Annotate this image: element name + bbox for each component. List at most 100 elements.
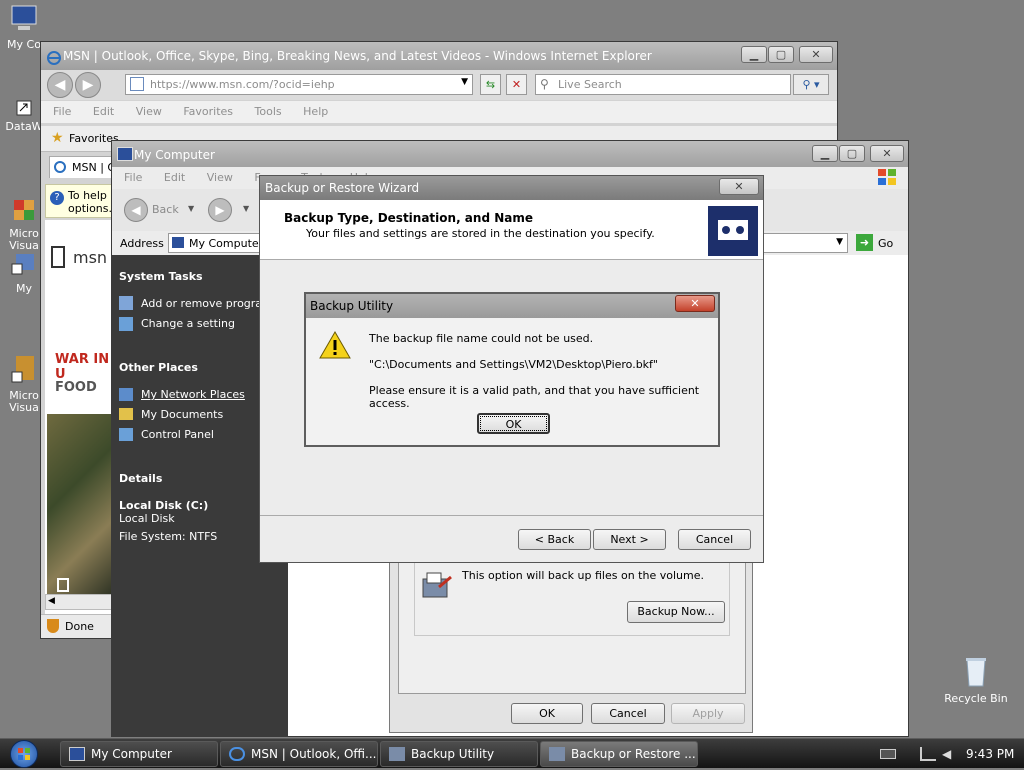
windows-orb-icon bbox=[10, 740, 38, 768]
desktop-icon-my[interactable]: My bbox=[4, 250, 44, 295]
task-change-setting[interactable]: Change a setting bbox=[141, 317, 235, 330]
place-my-network-places[interactable]: My Network Places bbox=[141, 388, 245, 401]
chevron-down-icon[interactable]: ▼ bbox=[243, 204, 249, 213]
menu-file[interactable]: File bbox=[124, 171, 142, 184]
ie-navbar: ◀ ▶ https://www.msn.com/?ocid=iehp ▼ ⇆ ✕… bbox=[41, 70, 837, 100]
food-heading[interactable]: FOOD bbox=[55, 380, 97, 395]
backup-icon bbox=[389, 747, 405, 761]
search-input[interactable]: ⚲ Live Search bbox=[535, 74, 791, 95]
computer-icon bbox=[172, 237, 184, 248]
menu-favorites[interactable]: Favorites bbox=[183, 105, 233, 118]
headline[interactable]: WAR IN U bbox=[55, 352, 117, 382]
back-button-label[interactable]: Back bbox=[152, 203, 179, 216]
ie-titlebar[interactable]: MSN | Outlook, Office, Skype, Bing, Brea… bbox=[41, 42, 837, 70]
ok-button[interactable]: OK bbox=[511, 703, 583, 724]
cancel-button[interactable]: Cancel bbox=[591, 703, 665, 724]
start-button[interactable] bbox=[6, 740, 46, 768]
forward-arrow-icon[interactable]: ▶ bbox=[75, 72, 101, 98]
taskbar: My Computer MSN | Outlook, Offi... Backu… bbox=[0, 738, 1024, 768]
ie-tab[interactable]: MSN | O bbox=[49, 156, 119, 178]
search-button[interactable]: ⚲ ▾ bbox=[793, 74, 829, 95]
place-my-documents[interactable]: My Documents bbox=[141, 408, 223, 421]
taskbar-item-my-computer[interactable]: My Computer bbox=[60, 741, 218, 767]
dialog-ok-button[interactable]: OK bbox=[477, 413, 550, 434]
desktop-icon-label: My Co bbox=[7, 38, 41, 51]
ie-menubar: File Edit View Favorites Tools Help bbox=[41, 101, 837, 123]
news-photo[interactable] bbox=[47, 414, 113, 594]
menu-view[interactable]: View bbox=[136, 105, 162, 118]
chevron-down-icon[interactable]: ▼ bbox=[836, 237, 843, 247]
clock[interactable]: 9:43 PM bbox=[966, 747, 1014, 761]
dialog-titlebar[interactable]: Backup Utility bbox=[306, 294, 718, 318]
forward-arrow-icon[interactable]: ▶ bbox=[208, 198, 232, 222]
back-arrow-icon[interactable]: ◀ bbox=[47, 72, 73, 98]
wizard-titlebar[interactable]: Backup or Restore Wizard bbox=[260, 176, 763, 200]
backup-icon bbox=[421, 569, 453, 601]
dialog-message-line3: Please ensure it is a valid path, and th… bbox=[369, 384, 700, 410]
address-value: My Computer bbox=[189, 237, 264, 250]
wizard-close-button[interactable]: ✕ bbox=[719, 178, 759, 195]
visual-studio-icon bbox=[8, 184, 40, 220]
add-remove-programs-icon bbox=[119, 296, 133, 310]
taskbar-item-ie[interactable]: MSN | Outlook, Offi... bbox=[220, 741, 378, 767]
menu-file[interactable]: File bbox=[53, 105, 71, 118]
task-add-remove-programs[interactable]: Add or remove program bbox=[141, 297, 273, 310]
taskbar-item-backup-wizard[interactable]: Backup or Restore ... bbox=[540, 741, 698, 767]
my-computer-title: My Computer bbox=[134, 148, 215, 162]
menu-view[interactable]: View bbox=[207, 171, 233, 184]
desktop-icon-label: My bbox=[15, 282, 32, 295]
desktop-icon-visual-studio-2[interactable]: Micro Visua bbox=[4, 330, 44, 414]
chevron-left-icon[interactable]: ◀ bbox=[48, 596, 55, 606]
info-text: To help p options. bbox=[68, 189, 117, 215]
desktop-icon-recycle-bin[interactable]: Recycle Bin bbox=[940, 656, 1012, 705]
menu-help[interactable]: Help bbox=[303, 105, 328, 118]
menu-tools[interactable]: Tools bbox=[255, 105, 282, 118]
chevron-down-icon[interactable]: ▼ bbox=[461, 77, 468, 87]
network-tray-icon[interactable] bbox=[920, 747, 936, 761]
ie-maximize-button[interactable]: ▢ bbox=[768, 46, 794, 63]
go-arrow-icon[interactable]: ➜ bbox=[856, 234, 873, 251]
my-computer-titlebar[interactable]: My Computer bbox=[112, 141, 908, 169]
computer-icon bbox=[8, 4, 40, 36]
ie-app-icon bbox=[46, 48, 62, 65]
wizard-next-button[interactable]: Next > bbox=[593, 529, 666, 550]
dialog-message-line1: The backup file name could not be used. bbox=[369, 332, 594, 345]
stop-icon[interactable]: ✕ bbox=[506, 74, 527, 95]
search-icon: ⚲ bbox=[540, 77, 549, 91]
wizard-back-button[interactable]: < Back bbox=[518, 529, 591, 550]
chevron-down-icon[interactable]: ▼ bbox=[188, 204, 194, 213]
desktop-icon-visual-studio-1[interactable]: Micro Visua bbox=[4, 172, 44, 252]
apply-button[interactable]: Apply bbox=[671, 703, 745, 724]
desktop-icon-my-computer[interactable]: My Co bbox=[4, 4, 44, 51]
my-computer-maximize-button[interactable]: ▢ bbox=[839, 145, 865, 162]
keyboard-icon[interactable] bbox=[880, 749, 896, 759]
my-computer-minimize-button[interactable]: ▁ bbox=[812, 145, 838, 162]
go-button[interactable]: Go bbox=[878, 237, 893, 250]
taskbar-item-backup-utility[interactable]: Backup Utility bbox=[380, 741, 538, 767]
menu-edit[interactable]: Edit bbox=[164, 171, 185, 184]
ie-minimize-button[interactable]: ▁ bbox=[741, 46, 767, 63]
ie-close-button[interactable]: ✕ bbox=[799, 46, 833, 63]
wizard-cancel-button[interactable]: Cancel bbox=[678, 529, 751, 550]
place-control-panel[interactable]: Control Panel bbox=[141, 428, 214, 441]
page-icon bbox=[130, 77, 144, 91]
folder-icon bbox=[119, 408, 133, 420]
address-bar[interactable]: https://www.msn.com/?ocid=iehp ▼ bbox=[125, 74, 473, 95]
wizard-heading: Backup Type, Destination, and Name bbox=[284, 211, 533, 225]
dialog-close-button[interactable]: ✕ bbox=[675, 295, 715, 312]
dialog-message-path: "C:\Documents and Settings\VM2\Desktop\P… bbox=[369, 358, 658, 371]
menu-edit[interactable]: Edit bbox=[93, 105, 114, 118]
backup-now-button[interactable]: Backup Now... bbox=[627, 601, 725, 623]
backup-icon bbox=[549, 747, 565, 761]
back-arrow-icon[interactable]: ◀ bbox=[124, 198, 148, 222]
refresh-icon[interactable]: ⇆ bbox=[480, 74, 501, 95]
desktop-icon-dataw[interactable]: DataW bbox=[4, 100, 44, 133]
horizontal-scrollbar[interactable]: ◀ bbox=[45, 594, 117, 610]
details-type: Local Disk bbox=[119, 512, 175, 525]
volume-icon[interactable]: ◀ bbox=[942, 747, 956, 761]
my-computer-close-button[interactable]: ✕ bbox=[870, 145, 904, 162]
ie-content: msn WAR IN U FOOD bbox=[45, 220, 117, 614]
backup-tape-icon bbox=[708, 206, 758, 256]
taskbar-item-label: My Computer bbox=[91, 747, 172, 761]
status-text: Done bbox=[65, 620, 94, 633]
